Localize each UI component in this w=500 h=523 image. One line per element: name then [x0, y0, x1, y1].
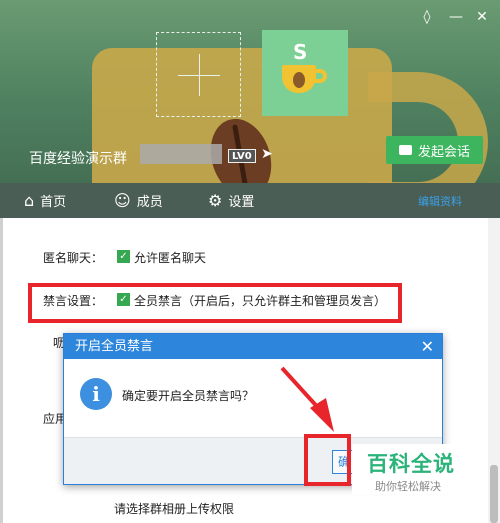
watermark-main: 百科全说 — [367, 452, 455, 476]
watermark-sub: 助你轻松解决 — [375, 480, 441, 493]
watermark-logo: 百科全说 助你轻松解决 — [352, 444, 470, 494]
